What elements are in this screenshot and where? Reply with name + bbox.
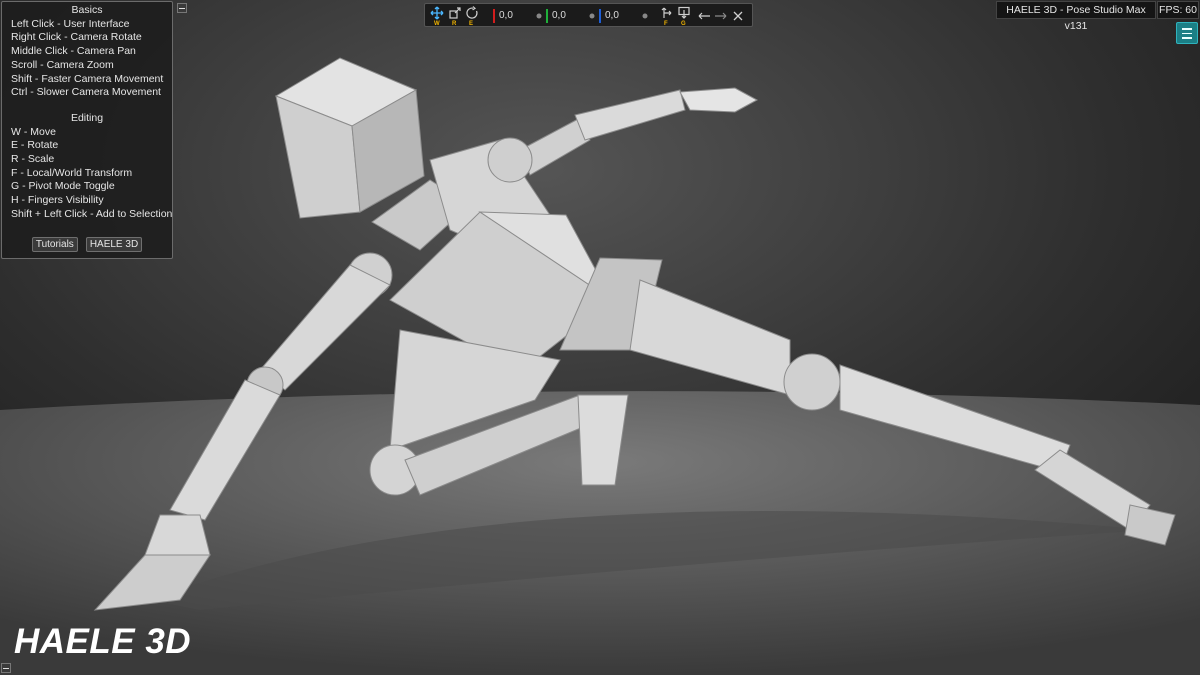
scale-icon xyxy=(449,7,461,19)
move-tool-button[interactable]: W xyxy=(430,6,444,27)
app-title: HAELE 3D - Pose Studio Max v131 xyxy=(996,1,1156,32)
move-icon xyxy=(430,6,444,20)
help-item: Scroll - Camera Zoom xyxy=(11,58,114,71)
undo-arrow-icon[interactable] xyxy=(697,11,711,21)
hamburger-icon xyxy=(1182,37,1192,39)
help-item: W - Move xyxy=(11,125,56,138)
collapse-help-button[interactable] xyxy=(177,3,187,13)
y-step-icon xyxy=(589,13,595,19)
x-step-icon xyxy=(536,13,542,19)
help-item: Shift - Faster Camera Movement xyxy=(11,72,164,85)
help-item: Middle Click - Camera Pan xyxy=(11,45,136,58)
z-axis-color-bar xyxy=(599,9,601,23)
y-axis-color-bar xyxy=(546,9,548,23)
scale-hotkey: R xyxy=(452,21,457,27)
help-item: G - Pivot Mode Toggle xyxy=(11,180,115,193)
help-item: H - Fingers Visibility xyxy=(11,194,104,207)
z-step-icon xyxy=(642,13,648,19)
help-item: R - Scale xyxy=(11,153,55,166)
help-item: F - Local/World Transform xyxy=(11,166,133,179)
help-item: Shift + Left Click - Add to Selection xyxy=(11,207,173,220)
pivot-hotkey: G xyxy=(681,21,686,27)
fps-counter: FPS: 60 xyxy=(1157,1,1199,19)
transform-space-icon xyxy=(661,7,672,18)
tutorials-button[interactable]: Tutorials xyxy=(31,237,78,252)
help-item: Ctrl - Slower Camera Movement xyxy=(11,86,161,99)
pivot-icon xyxy=(678,6,690,19)
redo-arrow-icon[interactable] xyxy=(714,11,728,21)
transform-toolbar: W R E 0,0 0,0 0,0 F G xyxy=(424,3,753,27)
hamburger-icon xyxy=(1182,32,1192,34)
haele-3d-button[interactable]: HAELE 3D xyxy=(85,237,143,252)
y-value-field[interactable]: 0,0 xyxy=(552,10,566,21)
rotate-tool-button[interactable]: E xyxy=(465,6,479,27)
3d-viewport[interactable] xyxy=(0,0,1200,675)
local-world-hotkey: F xyxy=(664,21,668,27)
help-item: Right Click - Camera Rotate xyxy=(11,31,142,44)
x-axis-color-bar xyxy=(493,9,495,23)
editing-heading: Editing xyxy=(70,111,104,124)
close-icon[interactable] xyxy=(733,11,743,21)
haele-3d-watermark: HAELE 3D xyxy=(14,622,192,661)
move-hotkey: W xyxy=(434,21,440,27)
basics-heading: Basics xyxy=(71,4,103,16)
help-item: Left Click - User Interface xyxy=(11,17,130,30)
menu-button[interactable] xyxy=(1176,22,1198,44)
local-world-toggle-button[interactable]: F xyxy=(660,6,674,27)
scale-tool-button[interactable]: R xyxy=(448,6,462,27)
help-item: E - Rotate xyxy=(11,139,59,152)
x-value-field[interactable]: 0,0 xyxy=(499,10,513,21)
controls-help-panel: Basics Left Click - User Interface Right… xyxy=(1,1,173,259)
z-value-field[interactable]: 0,0 xyxy=(605,10,619,21)
pivot-mode-button[interactable]: G xyxy=(677,6,691,27)
hamburger-icon xyxy=(1182,28,1192,30)
rotate-icon xyxy=(466,6,478,19)
rotate-hotkey: E xyxy=(469,21,474,27)
collapse-bottom-button[interactable] xyxy=(1,663,11,673)
